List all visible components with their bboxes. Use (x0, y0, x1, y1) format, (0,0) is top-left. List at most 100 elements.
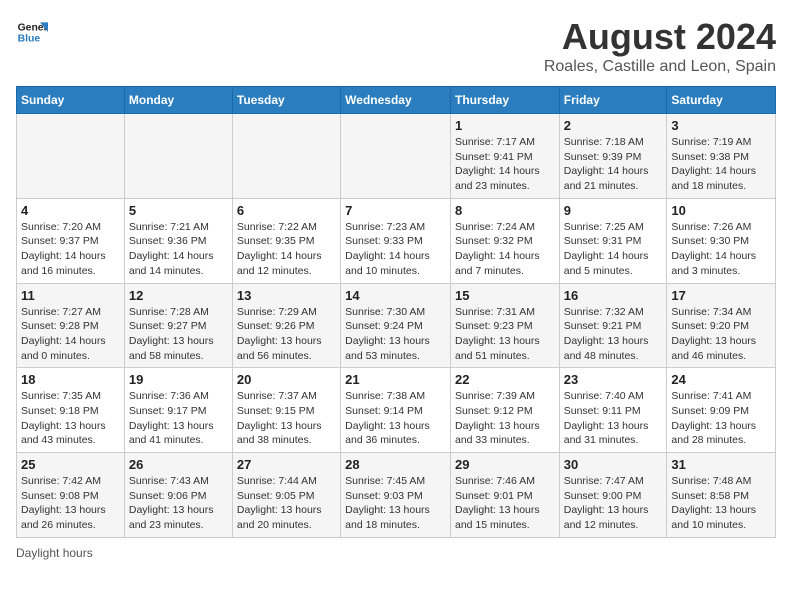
day-info: Sunrise: 7:31 AMSunset: 9:23 PMDaylight:… (455, 305, 555, 364)
day-info: Sunrise: 7:48 AMSunset: 8:58 PMDaylight:… (671, 474, 771, 533)
day-info: Sunrise: 7:32 AMSunset: 9:21 PMDaylight:… (564, 305, 663, 364)
day-header-thursday: Thursday (450, 87, 559, 114)
day-cell-17: 17 Sunrise: 7:34 AMSunset: 9:20 PMDayligh… (667, 283, 776, 368)
day-number: 8 (455, 203, 555, 218)
footer-note: Daylight hours (16, 546, 776, 560)
day-info: Sunrise: 7:27 AMSunset: 9:28 PMDaylight:… (21, 305, 120, 364)
week-row-1: 4 Sunrise: 7:20 AMSunset: 9:37 PMDaylight… (17, 198, 776, 283)
day-number: 12 (129, 288, 228, 303)
title-area: August 2024 Roales, Castille and Leon, S… (544, 16, 776, 76)
day-number: 10 (671, 203, 771, 218)
day-cell-4: 4 Sunrise: 7:20 AMSunset: 9:37 PMDaylight… (17, 198, 125, 283)
logo: General Blue (16, 16, 48, 48)
day-cell-20: 20Sunrise: 7:37 AMSunset: 9:15 PMDayligh… (232, 368, 340, 453)
day-info: Sunrise: 7:42 AMSunset: 9:08 PMDaylight:… (21, 474, 120, 533)
day-cell-30: 30 Sunrise: 7:47 AMSunset: 9:00 PMDayligh… (559, 453, 667, 538)
day-info: Sunrise: 7:45 AMSunset: 9:03 PMDaylight:… (345, 474, 446, 533)
day-number: 31 (671, 457, 771, 472)
day-number: 29 (455, 457, 555, 472)
day-cell-16: 16 Sunrise: 7:32 AMSunset: 9:21 PMDayligh… (559, 283, 667, 368)
day-info: Sunrise: 7:29 AMSunset: 9:26 PMDaylight:… (237, 305, 336, 364)
day-info: Sunrise: 7:19 AMSunset: 9:38 PMDaylight:… (671, 135, 771, 194)
day-number: 30 (564, 457, 663, 472)
day-number: 9 (564, 203, 663, 218)
day-info: Sunrise: 7:17 AMSunset: 9:41 PMDaylight:… (455, 135, 555, 194)
empty-cell (124, 114, 232, 199)
day-cell-31: 31 Sunrise: 7:48 AMSunset: 8:58 PMDayligh… (667, 453, 776, 538)
header: General Blue August 2024 Roales, Castill… (16, 16, 776, 76)
day-cell-15: 15 Sunrise: 7:31 AMSunset: 9:23 PMDayligh… (450, 283, 559, 368)
day-number: 14 (345, 288, 446, 303)
day-info: Sunrise: 7:22 AMSunset: 9:35 PMDaylight:… (237, 220, 336, 279)
day-info: Sunrise: 7:43 AMSunset: 9:06 PMDaylight:… (129, 474, 228, 533)
logo-icon: General Blue (16, 16, 48, 48)
day-number: 15 (455, 288, 555, 303)
day-number: 16 (564, 288, 663, 303)
day-cell-14: 14 Sunrise: 7:30 AMSunset: 9:24 PMDayligh… (341, 283, 451, 368)
day-number: 27 (237, 457, 336, 472)
day-info: Sunrise: 7:26 AMSunset: 9:30 PMDaylight:… (671, 220, 771, 279)
day-number: 20 (237, 372, 336, 387)
day-cell-29: 29 Sunrise: 7:46 AMSunset: 9:01 PMDayligh… (450, 453, 559, 538)
day-cell-10: 10 Sunrise: 7:26 AMSunset: 9:30 PMDayligh… (667, 198, 776, 283)
day-info: Sunrise: 7:41 AMSunset: 9:09 PMDaylight:… (671, 389, 771, 448)
day-number: 5 (129, 203, 228, 218)
day-number: 13 (237, 288, 336, 303)
calendar-table: SundayMondayTuesdayWednesdayThursdayFrid… (16, 86, 776, 538)
day-cell-13: 13 Sunrise: 7:29 AMSunset: 9:26 PMDayligh… (232, 283, 340, 368)
week-row-2: 11 Sunrise: 7:27 AMSunset: 9:28 PMDayligh… (17, 283, 776, 368)
main-title: August 2024 (544, 16, 776, 58)
day-cell-18: 18 Sunrise: 7:35 AMSunset: 9:18 PMDayligh… (17, 368, 125, 453)
day-info: Sunrise: 7:34 AMSunset: 9:20 PMDaylight:… (671, 305, 771, 364)
day-cell-5: 5Sunrise: 7:21 AMSunset: 9:36 PMDaylight… (124, 198, 232, 283)
day-number: 23 (564, 372, 663, 387)
day-info: Sunrise: 7:24 AMSunset: 9:32 PMDaylight:… (455, 220, 555, 279)
day-number: 1 (455, 118, 555, 133)
day-cell-28: 28Sunrise: 7:45 AMSunset: 9:03 PMDayligh… (341, 453, 451, 538)
day-number: 3 (671, 118, 771, 133)
day-info: Sunrise: 7:47 AMSunset: 9:00 PMDaylight:… (564, 474, 663, 533)
day-cell-9: 9 Sunrise: 7:25 AMSunset: 9:31 PMDaylight… (559, 198, 667, 283)
day-info: Sunrise: 7:23 AMSunset: 9:33 PMDaylight:… (345, 220, 446, 279)
day-number: 4 (21, 203, 120, 218)
day-number: 22 (455, 372, 555, 387)
day-info: Sunrise: 7:18 AMSunset: 9:39 PMDaylight:… (564, 135, 663, 194)
header-row: SundayMondayTuesdayWednesdayThursdayFrid… (17, 87, 776, 114)
day-cell-21: 21 Sunrise: 7:38 AMSunset: 9:14 PMDayligh… (341, 368, 451, 453)
day-info: Sunrise: 7:39 AMSunset: 9:12 PMDaylight:… (455, 389, 555, 448)
day-cell-1: 1 Sunrise: 7:17 AMSunset: 9:41 PMDaylight… (450, 114, 559, 199)
day-info: Sunrise: 7:25 AMSunset: 9:31 PMDaylight:… (564, 220, 663, 279)
day-info: Sunrise: 7:30 AMSunset: 9:24 PMDaylight:… (345, 305, 446, 364)
day-info: Sunrise: 7:46 AMSunset: 9:01 PMDaylight:… (455, 474, 555, 533)
day-cell-7: 7 Sunrise: 7:23 AMSunset: 9:33 PMDaylight… (341, 198, 451, 283)
day-cell-3: 3 Sunrise: 7:19 AMSunset: 9:38 PMDaylight… (667, 114, 776, 199)
day-number: 18 (21, 372, 120, 387)
day-header-tuesday: Tuesday (232, 87, 340, 114)
day-info: Sunrise: 7:20 AMSunset: 9:37 PMDaylight:… (21, 220, 120, 279)
day-number: 6 (237, 203, 336, 218)
day-cell-22: 22 Sunrise: 7:39 AMSunset: 9:12 PMDayligh… (450, 368, 559, 453)
day-number: 25 (21, 457, 120, 472)
day-cell-24: 24 Sunrise: 7:41 AMSunset: 9:09 PMDayligh… (667, 368, 776, 453)
day-number: 19 (129, 372, 228, 387)
day-info: Sunrise: 7:28 AMSunset: 9:27 PMDaylight:… (129, 305, 228, 364)
week-row-4: 25 Sunrise: 7:42 AMSunset: 9:08 PMDayligh… (17, 453, 776, 538)
day-cell-19: 19Sunrise: 7:36 AMSunset: 9:17 PMDayligh… (124, 368, 232, 453)
day-cell-2: 2 Sunrise: 7:18 AMSunset: 9:39 PMDaylight… (559, 114, 667, 199)
day-header-saturday: Saturday (667, 87, 776, 114)
day-cell-6: 6 Sunrise: 7:22 AMSunset: 9:35 PMDaylight… (232, 198, 340, 283)
day-number: 24 (671, 372, 771, 387)
day-cell-11: 11 Sunrise: 7:27 AMSunset: 9:28 PMDayligh… (17, 283, 125, 368)
day-number: 17 (671, 288, 771, 303)
day-info: Sunrise: 7:38 AMSunset: 9:14 PMDaylight:… (345, 389, 446, 448)
day-info: Sunrise: 7:40 AMSunset: 9:11 PMDaylight:… (564, 389, 663, 448)
week-row-0: 1 Sunrise: 7:17 AMSunset: 9:41 PMDaylight… (17, 114, 776, 199)
day-number: 21 (345, 372, 446, 387)
day-cell-27: 27Sunrise: 7:44 AMSunset: 9:05 PMDayligh… (232, 453, 340, 538)
subtitle: Roales, Castille and Leon, Spain (544, 58, 776, 76)
day-number: 2 (564, 118, 663, 133)
day-info: Sunrise: 7:35 AMSunset: 9:18 PMDaylight:… (21, 389, 120, 448)
day-number: 11 (21, 288, 120, 303)
day-header-wednesday: Wednesday (341, 87, 451, 114)
day-number: 7 (345, 203, 446, 218)
